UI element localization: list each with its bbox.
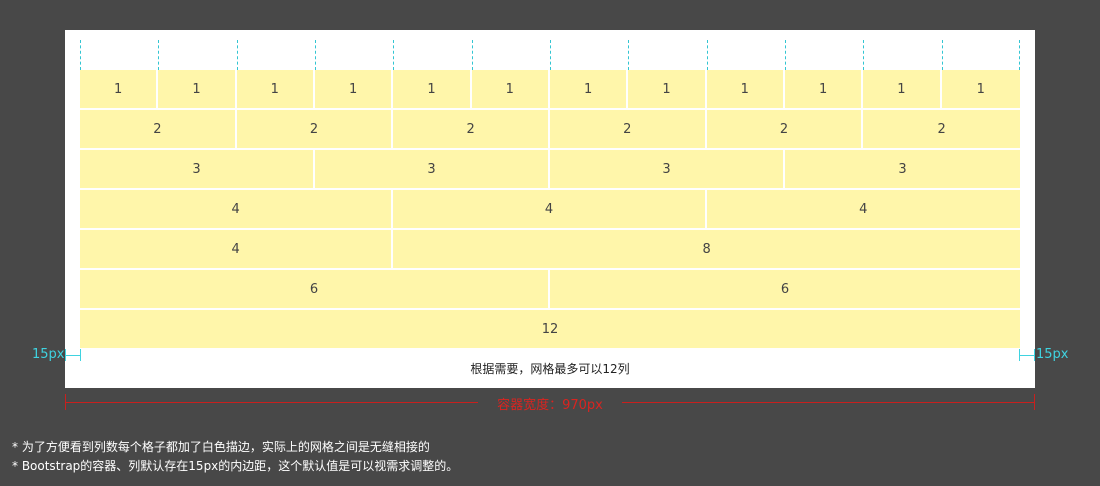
column-guide-line — [80, 40, 81, 70]
column-guide-line — [942, 40, 943, 70]
column-guide-line — [1019, 40, 1020, 70]
grid-row: 3333 — [80, 150, 1020, 190]
grid-cell: 1 — [628, 70, 707, 110]
grid-row: 444 — [80, 190, 1020, 230]
grid-cell: 2 — [393, 110, 550, 150]
grid-cell: 3 — [80, 150, 315, 190]
grid-cell: 2 — [549, 110, 707, 150]
width-line-right — [622, 402, 1035, 403]
column-guide-line — [628, 40, 629, 70]
width-line-left — [65, 402, 478, 403]
grid-cell: 1 — [706, 70, 785, 110]
grid-cell: 2 — [236, 110, 394, 150]
grid-cell: 4 — [706, 190, 1020, 230]
column-guide-line — [550, 40, 551, 70]
grid-cell: 4 — [393, 190, 707, 230]
column-guide-line — [472, 40, 473, 70]
grid-cell: 2 — [863, 110, 1020, 150]
column-guides — [80, 40, 1020, 70]
left-padding-label: 15px — [32, 347, 65, 362]
column-guide-line — [863, 40, 864, 70]
column-guide-line — [158, 40, 159, 70]
right-padding-bracket — [1019, 349, 1035, 361]
width-right-tick — [1034, 394, 1035, 410]
footnote: * 为了方便看到列数每个格子都加了白色描边，实际上的网格之间是无缝相接的 — [12, 440, 430, 454]
grid-cell: 12 — [80, 310, 1020, 350]
grid-row: 48 — [80, 230, 1020, 270]
right-padding-label: 15px — [1036, 347, 1069, 362]
grid-cell: 1 — [549, 70, 629, 110]
grid-cell: 1 — [941, 70, 1020, 110]
grid-cell: 1 — [471, 70, 550, 110]
grid-cell: 4 — [80, 230, 394, 270]
column-guide-line — [785, 40, 786, 70]
grid-cell: 8 — [393, 230, 1020, 270]
grid-cell: 1 — [784, 70, 864, 110]
left-padding-bracket — [65, 349, 81, 361]
footnote: * Bootstrap的容器、列默认存在15px的内边距，这个默认值是可以视需求… — [12, 459, 459, 473]
grid-cell: 4 — [80, 190, 394, 230]
grid-cell: 1 — [393, 70, 472, 110]
grid-cell: 3 — [785, 150, 1020, 190]
container-width-label: 容器宽度：970px — [497, 398, 603, 413]
grid-cell: 1 — [314, 70, 394, 110]
column-guide-line — [315, 40, 316, 70]
grid-row: 66 — [80, 270, 1020, 310]
grid-cell: 6 — [550, 270, 1020, 310]
grid-cell: 2 — [80, 110, 237, 150]
footnotes: * 为了方便看到列数每个格子都加了白色描边，实际上的网格之间是无缝相接的 * B… — [12, 438, 458, 476]
grid-cell: 6 — [80, 270, 550, 310]
column-guide-line — [707, 40, 708, 70]
grid-caption: 根据需要，网格最多可以12列 — [470, 362, 630, 376]
grid-cell: 3 — [315, 150, 550, 190]
grid-cell: 3 — [550, 150, 785, 190]
grid-row: 222222 — [80, 110, 1020, 150]
grid-row: 12 — [80, 310, 1020, 350]
column-guide-line — [393, 40, 394, 70]
column-guide-line — [237, 40, 238, 70]
column-grid: 1 1 1 1 1 1 1 1 1 1 1 1 2 2 2 2 2 2 3 3 3 3 4 4 4 4 8 6 6 12 — [80, 70, 1020, 350]
grid-row: 111111111111 — [80, 70, 1020, 110]
grid-cell: 1 — [80, 70, 159, 110]
grid-cell: 2 — [706, 110, 864, 150]
grid-cell: 1 — [863, 70, 942, 110]
grid-cell: 1 — [236, 70, 315, 110]
grid-cell: 1 — [158, 70, 237, 110]
